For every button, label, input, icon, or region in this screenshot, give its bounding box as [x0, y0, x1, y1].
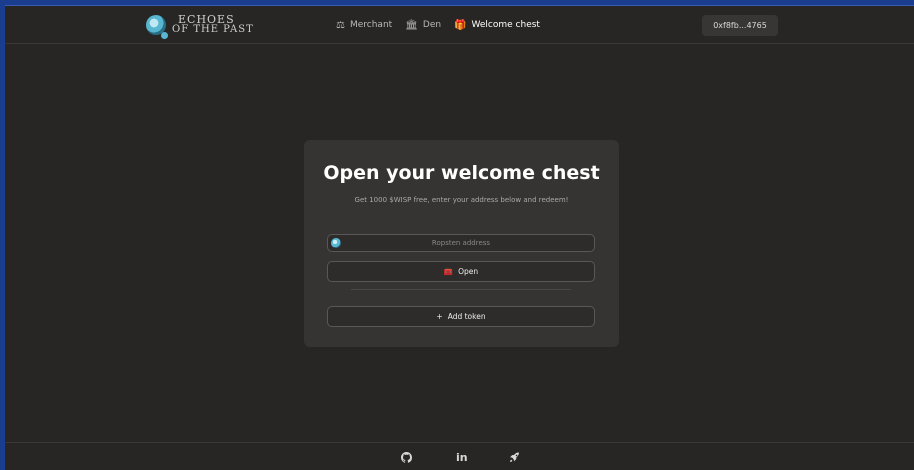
wisp-token-icon [331, 238, 341, 248]
chest-icon: 🧰 [443, 267, 454, 276]
wisp-logo-icon [146, 15, 168, 39]
rocket-icon[interactable] [509, 452, 520, 465]
nav-welcome-chest[interactable]: 🎁 Welcome chest [454, 20, 540, 31]
ropsten-address-input[interactable] [328, 235, 594, 251]
github-icon-svg [401, 452, 413, 463]
plus-icon: + [436, 312, 443, 321]
github-icon[interactable] [401, 452, 413, 465]
top-navbar: ECHOES OF THE PAST ⚖ Merchant 🏛 Den 🎁 We… [5, 6, 914, 44]
linkedin-icon[interactable]: in [456, 452, 468, 463]
main-nav: ⚖ Merchant 🏛 Den 🎁 Welcome chest [336, 6, 540, 44]
logo-line-2: OF THE PAST [172, 24, 254, 35]
card-subtitle: Get 1000 $WISP free, enter your address … [354, 196, 569, 204]
add-token-button[interactable]: + Add token [327, 306, 595, 327]
divider [351, 289, 571, 290]
app-window: ECHOES OF THE PAST ⚖ Merchant 🏛 Den 🎁 We… [5, 5, 914, 470]
add-token-button-label: Add token [447, 312, 486, 321]
rocket-icon-svg [510, 452, 520, 462]
nav-merchant-label: Merchant [349, 20, 393, 30]
balance-scale-icon: ⚖ [336, 19, 345, 31]
nav-welcome-chest-label: Welcome chest [471, 20, 540, 30]
wallet-address-button[interactable]: 0xf8fb...4765 [702, 15, 778, 36]
gift-icon: 🎁 [454, 19, 467, 31]
welcome-chest-card: Open your welcome chest Get 1000 $WISP f… [304, 140, 619, 347]
open-button-label: Open [458, 267, 479, 276]
ropsten-address-field[interactable] [327, 234, 595, 252]
logo[interactable]: ECHOES OF THE PAST [146, 11, 254, 39]
building-icon: 🏛 [405, 19, 418, 31]
card-title: Open your welcome chest [323, 162, 600, 184]
open-button[interactable]: 🧰 Open [327, 261, 595, 282]
nav-den-label: Den [422, 20, 442, 30]
footer: in [5, 442, 914, 470]
nav-merchant[interactable]: ⚖ Merchant [336, 20, 392, 31]
nav-den[interactable]: 🏛 Den [405, 20, 441, 31]
logo-text: ECHOES OF THE PAST [172, 14, 254, 35]
